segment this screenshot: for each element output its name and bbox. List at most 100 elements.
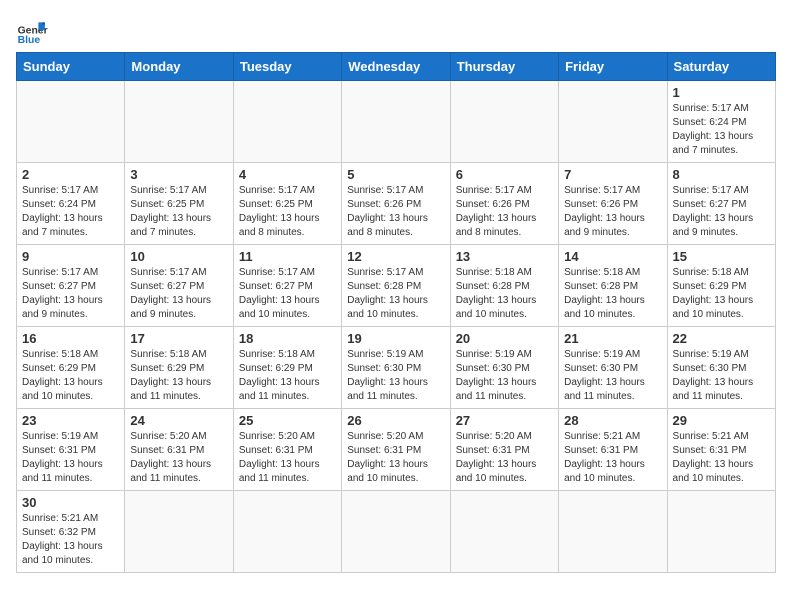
day-info: Sunrise: 5:17 AM Sunset: 6:26 PM Dayligh… [456,184,553,240]
week-row-5: 23 Sunrise: 5:19 AM Sunset: 6:31 PM Dayli… [17,409,776,491]
day-info: Sunrise: 5:18 AM Sunset: 6:28 PM Dayligh… [456,266,553,322]
day-info: Sunrise: 5:21 AM Sunset: 6:31 PM Dayligh… [673,430,770,486]
day-info: Sunrise: 5:18 AM Sunset: 6:28 PM Dayligh… [564,266,661,322]
day-number: 24 [130,413,227,428]
day-info: Sunrise: 5:19 AM Sunset: 6:30 PM Dayligh… [673,348,770,404]
day-info: Sunrise: 5:17 AM Sunset: 6:26 PM Dayligh… [347,184,444,240]
week-row-4: 16 Sunrise: 5:18 AM Sunset: 6:29 PM Dayli… [17,327,776,409]
day-number: 28 [564,413,661,428]
calendar-cell: 4Sunrise: 5:17 AM Sunset: 6:25 PM Daylig… [233,163,341,245]
day-number: 25 [239,413,336,428]
calendar-cell [450,491,558,573]
day-header-saturday: Saturday [667,53,775,81]
calendar-cell: 24 Sunrise: 5:20 AM Sunset: 6:31 PM Dayli… [125,409,233,491]
day-info: Sunrise: 5:20 AM Sunset: 6:31 PM Dayligh… [347,430,444,486]
calendar-cell: 8 Sunrise: 5:17 AM Sunset: 6:27 PM Daylig… [667,163,775,245]
day-number: 19 [347,331,444,346]
day-number: 8 [673,167,770,182]
calendar-cell [342,491,450,573]
calendar-cell [450,81,558,163]
calendar-cell: 20 Sunrise: 5:19 AM Sunset: 6:30 PM Dayli… [450,327,558,409]
calendar-cell [342,81,450,163]
calendar-cell [125,81,233,163]
day-header-monday: Monday [125,53,233,81]
calendar-cell: 17 Sunrise: 5:18 AM Sunset: 6:29 PM Dayli… [125,327,233,409]
day-info: Sunrise: 5:18 AM Sunset: 6:29 PM Dayligh… [239,348,336,404]
day-number: 21 [564,331,661,346]
day-info: Sunrise: 5:17 AM Sunset: 6:24 PM Dayligh… [673,102,770,158]
day-number: 10 [130,249,227,264]
day-number: 16 [22,331,119,346]
day-number: 22 [673,331,770,346]
calendar-cell: 15 Sunrise: 5:18 AM Sunset: 6:29 PM Dayli… [667,245,775,327]
calendar-cell: 25 Sunrise: 5:20 AM Sunset: 6:31 PM Dayli… [233,409,341,491]
calendar-cell [125,491,233,573]
day-info: Sunrise: 5:18 AM Sunset: 6:29 PM Dayligh… [22,348,119,404]
calendar-cell [233,81,341,163]
day-info: Sunrise: 5:17 AM Sunset: 6:27 PM Dayligh… [239,266,336,322]
day-number: 20 [456,331,553,346]
calendar-cell: 27Sunrise: 5:20 AM Sunset: 6:31 PM Dayli… [450,409,558,491]
calendar-cell: 26 Sunrise: 5:20 AM Sunset: 6:31 PM Dayli… [342,409,450,491]
calendar-cell: 30 Sunrise: 5:21 AM Sunset: 6:32 PM Dayli… [17,491,125,573]
day-number: 17 [130,331,227,346]
calendar-cell: 11 Sunrise: 5:17 AM Sunset: 6:27 PM Dayli… [233,245,341,327]
day-header-sunday: Sunday [17,53,125,81]
day-number: 1 [673,85,770,100]
calendar-cell: 9Sunrise: 5:17 AM Sunset: 6:27 PM Daylig… [17,245,125,327]
day-number: 2 [22,167,119,182]
header: General Blue [16,16,776,48]
day-number: 26 [347,413,444,428]
day-info: Sunrise: 5:17 AM Sunset: 6:27 PM Dayligh… [130,266,227,322]
day-info: Sunrise: 5:18 AM Sunset: 6:29 PM Dayligh… [673,266,770,322]
calendar-cell: 5 Sunrise: 5:17 AM Sunset: 6:26 PM Daylig… [342,163,450,245]
day-info: Sunrise: 5:19 AM Sunset: 6:30 PM Dayligh… [347,348,444,404]
day-info: Sunrise: 5:20 AM Sunset: 6:31 PM Dayligh… [239,430,336,486]
day-number: 15 [673,249,770,264]
day-info: Sunrise: 5:17 AM Sunset: 6:28 PM Dayligh… [347,266,444,322]
calendar-cell [17,81,125,163]
logo: General Blue [16,16,48,48]
day-info: Sunrise: 5:17 AM Sunset: 6:25 PM Dayligh… [130,184,227,240]
day-number: 4 [239,167,336,182]
calendar-cell: 1 Sunrise: 5:17 AM Sunset: 6:24 PM Daylig… [667,81,775,163]
day-number: 12 [347,249,444,264]
week-row-2: 2Sunrise: 5:17 AM Sunset: 6:24 PM Daylig… [17,163,776,245]
calendar-cell: 6 Sunrise: 5:17 AM Sunset: 6:26 PM Daylig… [450,163,558,245]
week-row-6: 30 Sunrise: 5:21 AM Sunset: 6:32 PM Dayli… [17,491,776,573]
day-number: 18 [239,331,336,346]
calendar-cell: 12 Sunrise: 5:17 AM Sunset: 6:28 PM Dayli… [342,245,450,327]
day-info: Sunrise: 5:19 AM Sunset: 6:30 PM Dayligh… [564,348,661,404]
day-number: 27 [456,413,553,428]
calendar-cell: 18 Sunrise: 5:18 AM Sunset: 6:29 PM Dayli… [233,327,341,409]
day-number: 29 [673,413,770,428]
day-number: 6 [456,167,553,182]
day-info: Sunrise: 5:17 AM Sunset: 6:26 PM Dayligh… [564,184,661,240]
calendar-cell: 7 Sunrise: 5:17 AM Sunset: 6:26 PM Daylig… [559,163,667,245]
calendar-cell: 21 Sunrise: 5:19 AM Sunset: 6:30 PM Dayli… [559,327,667,409]
day-info: Sunrise: 5:21 AM Sunset: 6:31 PM Dayligh… [564,430,661,486]
calendar-cell: 28 Sunrise: 5:21 AM Sunset: 6:31 PM Dayli… [559,409,667,491]
calendar-body: 1 Sunrise: 5:17 AM Sunset: 6:24 PM Daylig… [17,81,776,573]
day-info: Sunrise: 5:21 AM Sunset: 6:32 PM Dayligh… [22,512,119,568]
day-info: Sunrise: 5:19 AM Sunset: 6:31 PM Dayligh… [22,430,119,486]
day-number: 30 [22,495,119,510]
day-number: 3 [130,167,227,182]
calendar-cell: 16 Sunrise: 5:18 AM Sunset: 6:29 PM Dayli… [17,327,125,409]
day-info: Sunrise: 5:20 AM Sunset: 6:31 PM Dayligh… [130,430,227,486]
calendar-cell: 19 Sunrise: 5:19 AM Sunset: 6:30 PM Dayli… [342,327,450,409]
day-number: 7 [564,167,661,182]
calendar-cell: 3 Sunrise: 5:17 AM Sunset: 6:25 PM Daylig… [125,163,233,245]
logo-icon: General Blue [16,16,48,48]
svg-text:Blue: Blue [18,35,41,46]
day-info: Sunrise: 5:19 AM Sunset: 6:30 PM Dayligh… [456,348,553,404]
day-header-friday: Friday [559,53,667,81]
day-number: 23 [22,413,119,428]
week-row-3: 9Sunrise: 5:17 AM Sunset: 6:27 PM Daylig… [17,245,776,327]
day-info: Sunrise: 5:17 AM Sunset: 6:27 PM Dayligh… [673,184,770,240]
calendar-cell [667,491,775,573]
day-info: Sunrise: 5:18 AM Sunset: 6:29 PM Dayligh… [130,348,227,404]
day-number: 5 [347,167,444,182]
calendar-cell: 14Sunrise: 5:18 AM Sunset: 6:28 PM Dayli… [559,245,667,327]
day-number: 11 [239,249,336,264]
